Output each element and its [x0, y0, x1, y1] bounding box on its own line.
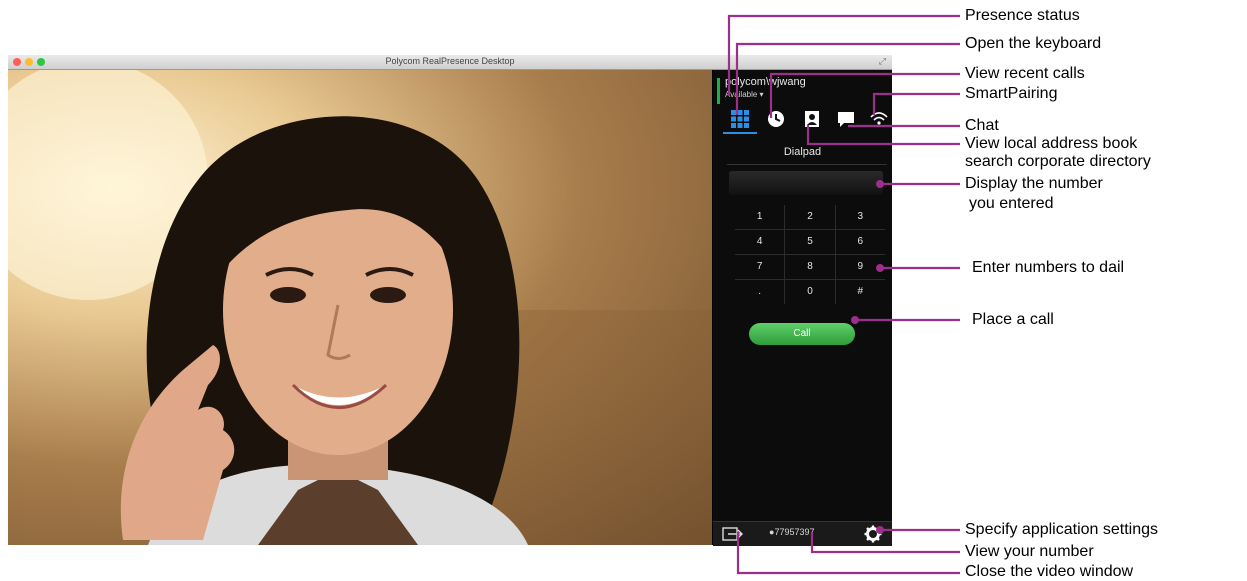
callout-enter-numbers: Enter numbers to dail: [972, 259, 1125, 276]
callout-place-call: Place a call: [972, 311, 1054, 328]
callout-you-entered: you entered: [969, 195, 1054, 212]
callout-smartpairing: SmartPairing: [965, 85, 1058, 102]
callout-chat: Chat: [965, 117, 999, 134]
callout-close-video: Close the video window: [965, 563, 1134, 580]
callout-presence-status: Presence status: [965, 7, 1080, 24]
callout-lines: [727, 14, 960, 575]
callout-recent-calls: View recent calls: [965, 65, 1085, 82]
callout-corporate-directory: search corporate directory: [965, 153, 1151, 170]
callout-view-number: View your number: [965, 543, 1094, 560]
callout-display-number: Display the number: [965, 175, 1103, 192]
callout-open-keyboard: Open the keyboard: [965, 35, 1102, 52]
callout-app-settings: Specify application settings: [965, 521, 1158, 538]
callout-address-book: View local address book: [965, 135, 1138, 152]
